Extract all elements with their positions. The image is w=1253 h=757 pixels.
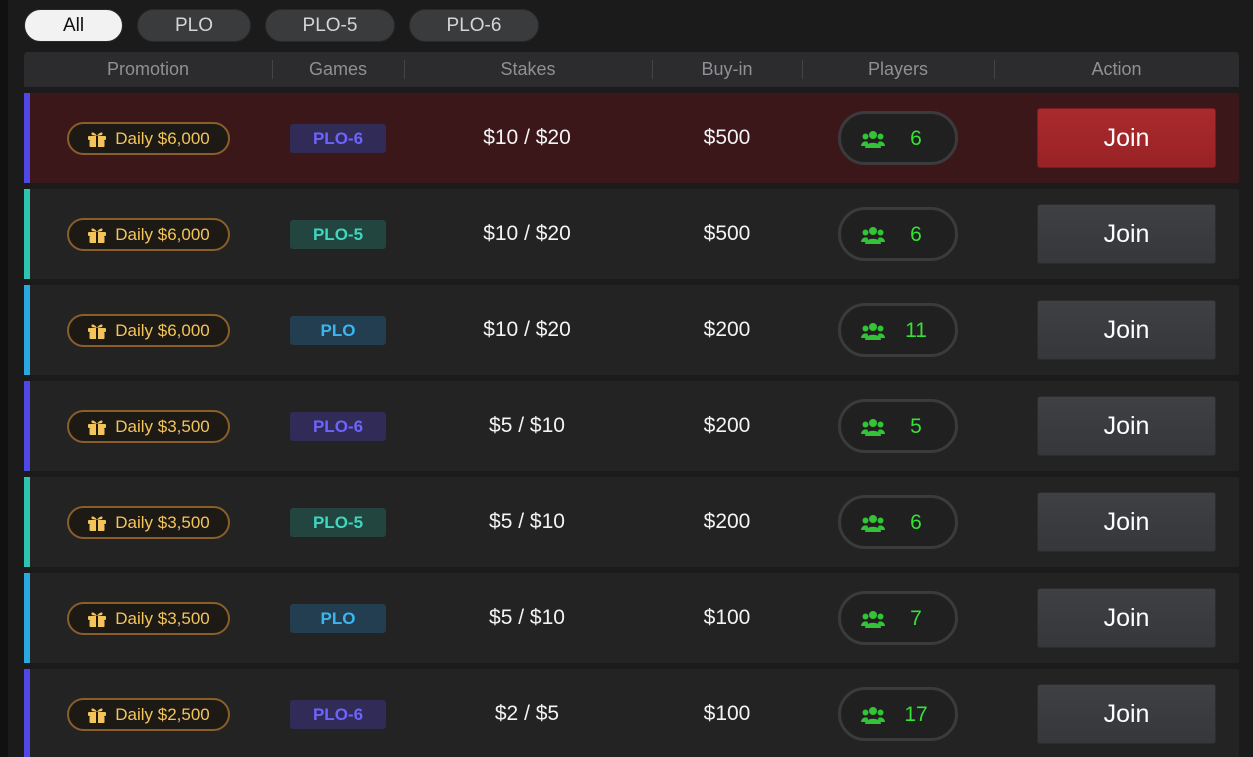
- table-row[interactable]: Daily $6,000 PLO-5 $10 / $20 $500 6 Join: [24, 189, 1239, 279]
- game-tag: PLO: [290, 316, 386, 345]
- promotion-badge: Daily $6,000: [67, 314, 230, 347]
- promotion-label: Daily $6,000: [115, 224, 210, 244]
- players-icon: [861, 131, 885, 148]
- promotion-badge: Daily $2,500: [67, 698, 230, 731]
- scrollbar-track[interactable]: [1245, 93, 1253, 757]
- game-filter-bar: All PLO PLO-5 PLO-6: [24, 9, 539, 42]
- promotion-label: Daily $6,000: [115, 128, 210, 148]
- join-button[interactable]: Join: [1037, 300, 1216, 360]
- promotion-badge: Daily $3,500: [67, 506, 230, 539]
- table-row[interactable]: Daily $3,500 PLO-6 $5 / $10 $200 5 Join: [24, 381, 1239, 471]
- promotion-label: Daily $3,500: [115, 608, 210, 628]
- header-promotion[interactable]: Promotion: [24, 52, 272, 87]
- join-button[interactable]: Join: [1037, 204, 1216, 264]
- join-button[interactable]: Join: [1037, 108, 1216, 168]
- table-header: Promotion Games Stakes Buy-in Players Ac…: [24, 52, 1239, 87]
- filter-all[interactable]: All: [24, 9, 123, 42]
- promotion-label: Daily $3,500: [115, 512, 210, 532]
- row-accent-bar: [24, 189, 30, 279]
- promotion-badge: Daily $6,000: [67, 122, 230, 155]
- players-count: 6: [910, 127, 922, 150]
- promotion-badge: Daily $3,500: [67, 410, 230, 443]
- buyin-value: $200: [703, 318, 751, 341]
- stakes-value: $5 / $10: [489, 510, 565, 533]
- row-accent-bar: [24, 285, 30, 375]
- table-row[interactable]: Daily $6,000 PLO-6 $10 / $20 $500 6 Join: [24, 93, 1239, 183]
- table-row[interactable]: Daily $2,500 PLO-6 $2 / $5 $100 17 Join: [24, 669, 1239, 757]
- filter-plo-6[interactable]: PLO-6: [409, 9, 539, 42]
- players-badge: 6: [838, 495, 958, 549]
- buyin-value: $200: [703, 414, 751, 437]
- filter-plo-5[interactable]: PLO-5: [265, 9, 395, 42]
- game-tag: PLO-6: [290, 700, 386, 729]
- players-icon: [861, 707, 885, 724]
- join-button[interactable]: Join: [1037, 684, 1216, 744]
- join-button[interactable]: Join: [1037, 396, 1216, 456]
- row-accent-bar: [24, 381, 30, 471]
- buyin-value: $100: [703, 606, 751, 629]
- players-badge: 6: [838, 207, 958, 261]
- table-row[interactable]: Daily $6,000 PLO $10 / $20 $200 11 Join: [24, 285, 1239, 375]
- players-count: 11: [905, 319, 927, 342]
- players-icon: [861, 611, 885, 628]
- stakes-value: $5 / $10: [489, 414, 565, 437]
- game-tag: PLO-6: [290, 412, 386, 441]
- table-row[interactable]: Daily $3,500 PLO $5 / $10 $100 7 Join: [24, 573, 1239, 663]
- header-players[interactable]: Players: [802, 52, 994, 87]
- row-accent-bar: [24, 669, 30, 757]
- buyin-value: $500: [703, 126, 751, 149]
- gift-icon: [88, 420, 107, 435]
- gift-icon: [88, 708, 107, 723]
- stakes-value: $2 / $5: [494, 702, 560, 725]
- players-icon: [861, 323, 885, 340]
- filter-plo[interactable]: PLO: [137, 9, 251, 42]
- row-accent-bar: [24, 477, 30, 567]
- header-buyin[interactable]: Buy-in: [652, 52, 802, 87]
- players-count: 6: [910, 511, 922, 534]
- promotion-label: Daily $2,500: [115, 704, 210, 724]
- header-action: Action: [1091, 59, 1142, 79]
- header-games[interactable]: Games: [272, 52, 404, 87]
- stakes-value: $5 / $10: [489, 606, 565, 629]
- players-icon: [861, 419, 885, 436]
- row-accent-bar: [24, 573, 30, 663]
- players-count: 7: [910, 607, 922, 630]
- players-icon: [861, 515, 885, 532]
- stakes-value: $10 / $20: [483, 126, 571, 149]
- stakes-value: $10 / $20: [483, 222, 571, 245]
- row-accent-bar: [24, 93, 30, 183]
- game-tag: PLO-6: [290, 124, 386, 153]
- buyin-value: $200: [703, 510, 751, 533]
- join-button[interactable]: Join: [1037, 492, 1216, 552]
- promotion-badge: Daily $3,500: [67, 602, 230, 635]
- players-badge: 7: [838, 591, 958, 645]
- game-tag: PLO-5: [290, 220, 386, 249]
- game-tag: PLO: [290, 604, 386, 633]
- players-badge: 11: [838, 303, 958, 357]
- players-count: 5: [910, 415, 922, 438]
- stakes-value: $10 / $20: [483, 318, 571, 341]
- gift-icon: [88, 612, 107, 627]
- promotion-label: Daily $3,500: [115, 416, 210, 436]
- players-badge: 5: [838, 399, 958, 453]
- gift-icon: [88, 132, 107, 147]
- gift-icon: [88, 516, 107, 531]
- header-stakes[interactable]: Stakes: [404, 52, 652, 87]
- players-icon: [861, 227, 885, 244]
- gift-icon: [88, 228, 107, 243]
- players-badge: 6: [838, 111, 958, 165]
- players-badge: 17: [838, 687, 958, 741]
- table-list: Daily $6,000 PLO-6 $10 / $20 $500 6 Join: [24, 93, 1239, 757]
- join-button[interactable]: Join: [1037, 588, 1216, 648]
- buyin-value: $500: [703, 222, 751, 245]
- table-row[interactable]: Daily $3,500 PLO-5 $5 / $10 $200 6 Join: [24, 477, 1239, 567]
- players-count: 6: [910, 223, 922, 246]
- promotion-label: Daily $6,000: [115, 320, 210, 340]
- window-left-edge: [0, 0, 8, 757]
- game-tag: PLO-5: [290, 508, 386, 537]
- players-count: 17: [904, 703, 928, 726]
- buyin-value: $100: [703, 702, 751, 725]
- gift-icon: [88, 324, 107, 339]
- promotion-badge: Daily $6,000: [67, 218, 230, 251]
